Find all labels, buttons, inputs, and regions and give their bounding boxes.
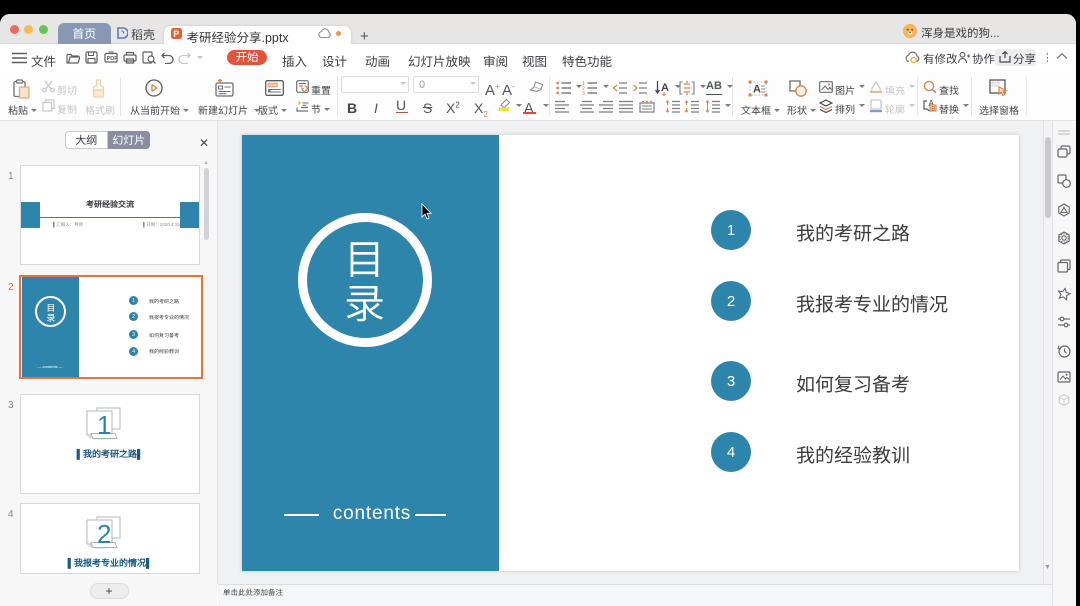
svg-text:PDF: PDF bbox=[107, 54, 118, 62]
svg-text:1: 1 bbox=[97, 410, 111, 440]
svg-text:3: 3 bbox=[582, 91, 585, 95]
svg-text:2: 2 bbox=[97, 519, 111, 549]
svg-text:A: A bbox=[753, 84, 761, 96]
svg-text:B: B bbox=[931, 106, 935, 112]
svg-text:A: A bbox=[661, 82, 669, 94]
